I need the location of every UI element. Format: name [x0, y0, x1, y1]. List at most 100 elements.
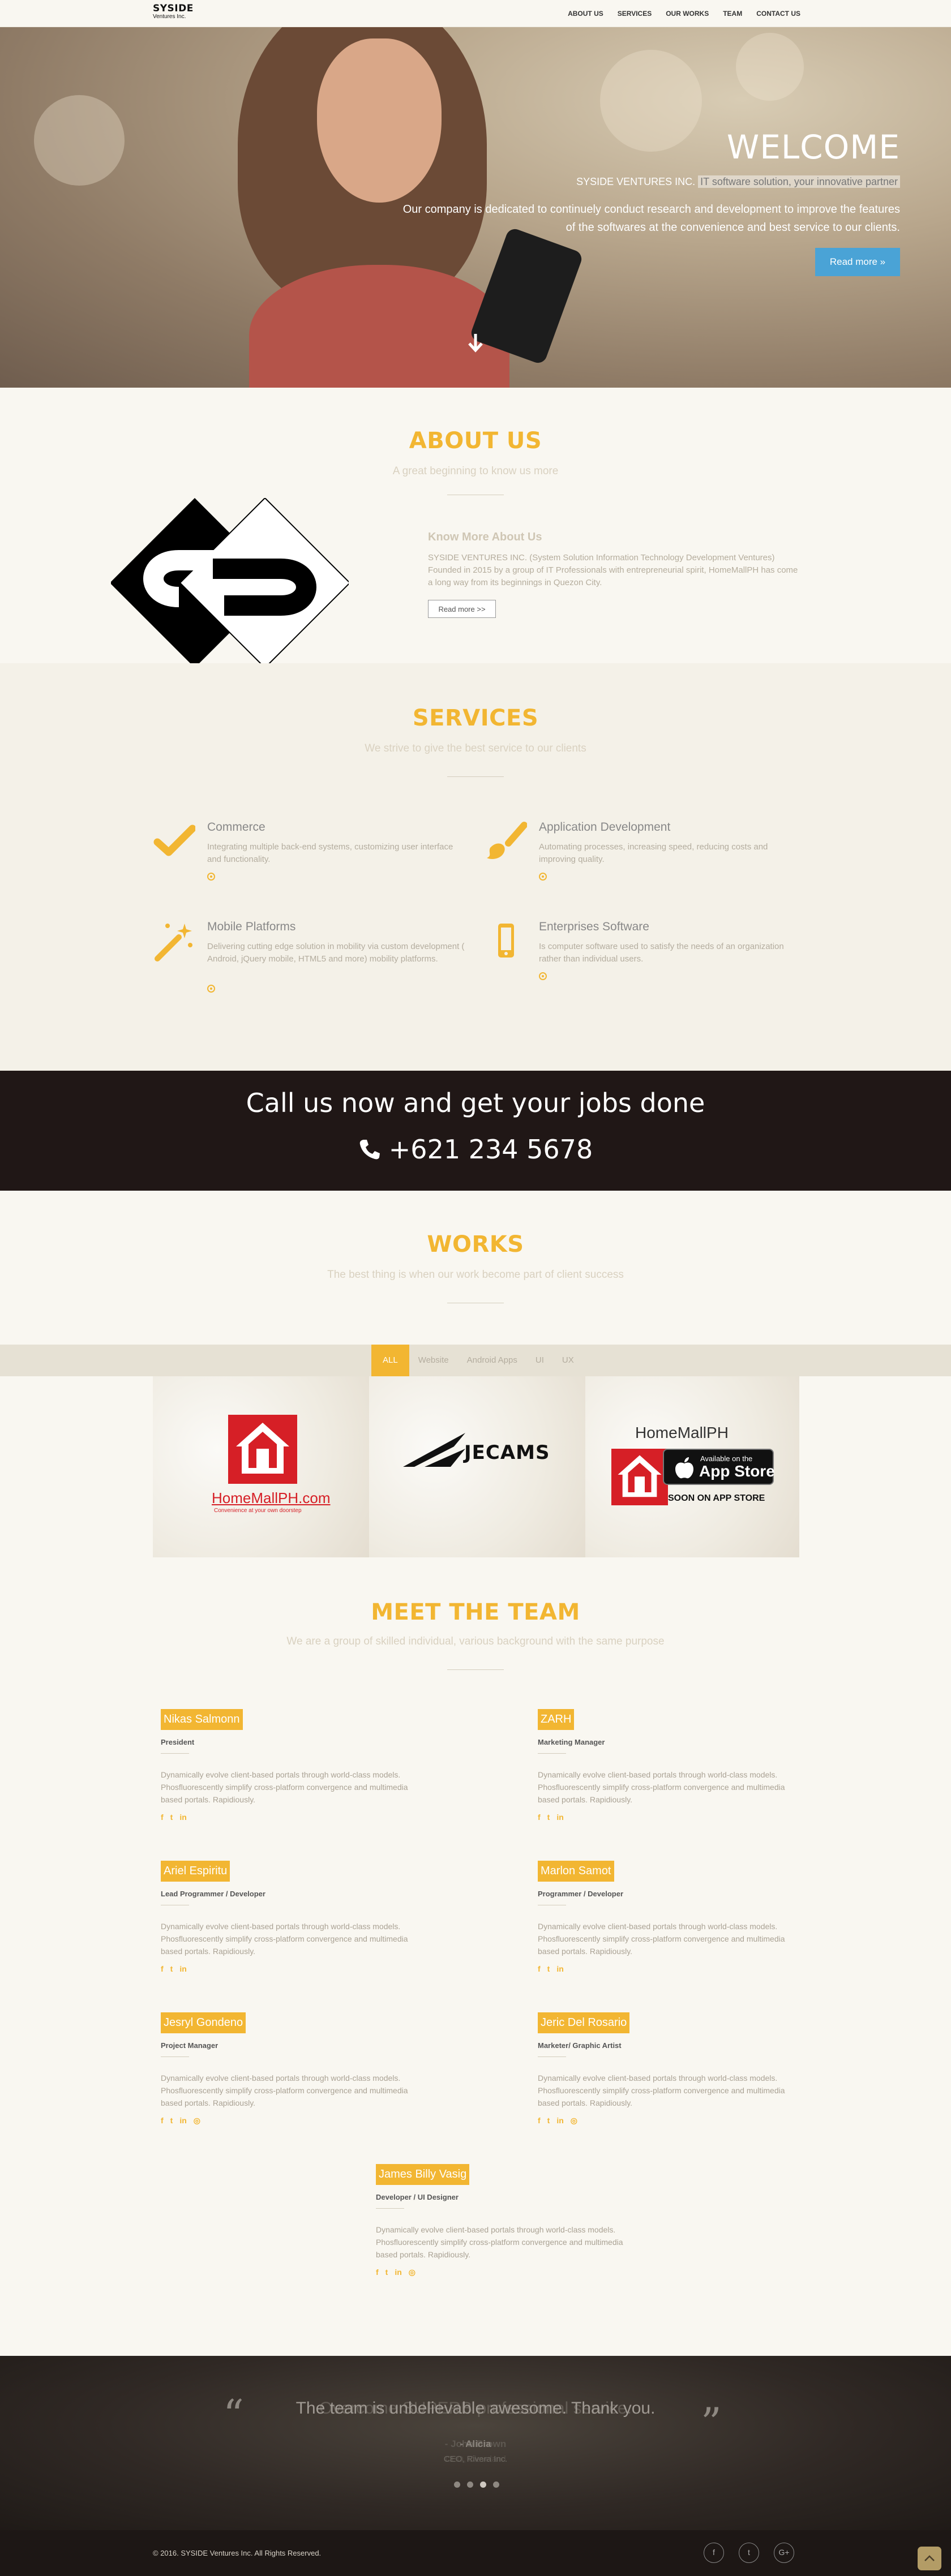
- filter-ux[interactable]: UX: [553, 1345, 583, 1376]
- team-member-card: Nikas Salmonn President Dynamically evol…: [161, 1709, 427, 1822]
- hero-bokeh: [600, 50, 702, 152]
- twitter-icon[interactable]: t: [547, 1813, 550, 1822]
- service-description: Automating processes, increasing speed, …: [539, 842, 768, 864]
- site-logo[interactable]: SYSIDE Ventures Inc.: [153, 4, 194, 20]
- linkedin-icon[interactable]: in: [556, 2116, 563, 2126]
- nav-link-services[interactable]: SERVICES: [618, 10, 652, 18]
- facebook-icon[interactable]: f: [161, 1964, 164, 1973]
- filter-android-apps[interactable]: Android Apps: [458, 1345, 526, 1376]
- nav-link-about[interactable]: ABOUT US: [568, 10, 603, 18]
- hero-tag-highlight: IT software solution, your innovative pa…: [698, 175, 900, 188]
- member-name: Ariel Espiritu: [161, 1861, 230, 1882]
- call-phone[interactable]: +621 234 5678: [0, 1134, 951, 1165]
- works-section-title: WORKS: [427, 1231, 524, 1257]
- service-more-icon[interactable]: [207, 873, 215, 881]
- team-member-card: ZARH Marketing Manager Dynamically evolv…: [538, 1709, 804, 1822]
- dribbble-icon[interactable]: ◎: [409, 2268, 415, 2277]
- nav-link-team[interactable]: TEAM: [723, 10, 742, 18]
- facebook-icon[interactable]: f: [376, 2268, 379, 2277]
- hero-read-more-button[interactable]: Read more »: [815, 248, 900, 276]
- member-bio: Dynamically evolve client-based portals …: [538, 2073, 785, 2107]
- linkedin-icon[interactable]: in: [556, 1813, 563, 1822]
- member-name: ZARH: [538, 1709, 575, 1730]
- company-logo-mark: [111, 498, 349, 668]
- filter-ui[interactable]: UI: [526, 1345, 553, 1376]
- twitter-icon[interactable]: t: [385, 2268, 388, 2277]
- work-item-homemallph-app[interactable]: HomeMallPH Available on the App Store SO…: [585, 1376, 799, 1557]
- service-description: Delivering cutting edge solution in mobi…: [207, 942, 465, 964]
- linkedin-icon[interactable]: in: [179, 2116, 186, 2126]
- member-social-links: f t in: [538, 1813, 804, 1822]
- divider: [376, 2208, 404, 2209]
- facebook-icon[interactable]: f: [538, 2116, 541, 2126]
- phone-number: +621 234 5678: [388, 1134, 593, 1165]
- twitter-icon[interactable]: t: [170, 1964, 173, 1973]
- slider-dot[interactable]: [493, 2481, 499, 2488]
- service-more-icon[interactable]: [539, 972, 547, 980]
- mobile-phone-icon: [498, 924, 514, 958]
- twitter-icon[interactable]: t: [547, 2116, 550, 2126]
- facebook-icon[interactable]: f: [538, 1964, 541, 1973]
- phone-icon: [359, 1140, 380, 1160]
- twitter-icon[interactable]: t: [170, 1813, 173, 1822]
- app-store-badge[interactable]: Available on the App Store: [663, 1449, 775, 1485]
- logo-main-text: SYSIDE: [153, 3, 194, 14]
- services-section: SERVICES We strive to give the best serv…: [0, 663, 951, 1071]
- google-plus-icon[interactable]: G+: [774, 2543, 794, 2563]
- dribbble-icon[interactable]: ◎: [194, 2116, 200, 2126]
- slider-dot[interactable]: [454, 2481, 460, 2488]
- hero-bokeh: [34, 95, 125, 186]
- facebook-icon[interactable]: f: [161, 2116, 164, 2126]
- slider-dots: [454, 2481, 499, 2488]
- dribbble-icon[interactable]: ◎: [571, 2116, 577, 2126]
- call-to-action-band: Call us now and get your jobs done +621 …: [0, 1071, 951, 1191]
- linkedin-icon[interactable]: in: [556, 1964, 563, 1973]
- about-section-subtitle: A great beginning to know us more: [392, 465, 559, 477]
- team-member-card: Jeric Del Rosario Marketer/ Graphic Arti…: [538, 2012, 804, 2126]
- works-filter-bar: ALL Website Android Apps UI UX: [0, 1345, 951, 1376]
- member-role: Programmer / Developer: [538, 1890, 624, 1898]
- hero-description: Our company is dedicated to continuely c…: [402, 203, 900, 234]
- testimonial-slider: “ ” Overcome SUPERB professional service…: [0, 2356, 951, 2530]
- back-to-top-button[interactable]: [918, 2547, 941, 2570]
- service-more-icon[interactable]: [207, 985, 215, 993]
- testimonial-position: CEO, Rivera Inc.: [443, 2454, 508, 2464]
- app-store-small-text: Available on the: [700, 1454, 753, 1463]
- nav-link-contact[interactable]: CONTACT US: [756, 10, 800, 18]
- filter-all[interactable]: ALL: [371, 1345, 409, 1376]
- twitter-icon[interactable]: t: [170, 2116, 173, 2126]
- nav-link-works[interactable]: OUR WORKS: [666, 10, 709, 18]
- work-label: HomeMallPH.com: [212, 1489, 331, 1506]
- work-item-jecams[interactable]: JECAMS: [369, 1376, 585, 1557]
- slider-dot-active[interactable]: [480, 2481, 486, 2488]
- copyright-text: © 2016. SYSIDE Ventures Inc. All Rights …: [153, 2549, 322, 2557]
- facebook-icon[interactable]: f: [538, 1813, 541, 1822]
- team-member-card: James Billy Vasig Developer / UI Designe…: [376, 2164, 642, 2277]
- facebook-icon[interactable]: f: [704, 2543, 724, 2563]
- services-section-subtitle: We strive to give the best service to ou…: [365, 742, 586, 754]
- works-section-subtitle: The best thing is when our work become p…: [327, 1269, 624, 1281]
- hero-tag-company: SYSIDE VENTURES INC.: [576, 176, 696, 187]
- work-item-homemallph-web[interactable]: HomeMallPH.com Convenience at your own d…: [153, 1376, 369, 1557]
- service-title: Mobile Platforms: [207, 920, 296, 933]
- hero-photo-phone: [469, 226, 584, 366]
- twitter-icon[interactable]: t: [739, 2543, 759, 2563]
- member-role: Developer / UI Designer: [376, 2193, 459, 2201]
- slider-dot[interactable]: [467, 2481, 473, 2488]
- arrow-down-icon[interactable]: [466, 333, 485, 355]
- divider: [447, 776, 504, 777]
- linkedin-icon[interactable]: in: [179, 1813, 186, 1822]
- about-section-title: ABOUT US: [409, 428, 542, 454]
- work-item-background: [369, 1376, 585, 1557]
- services-section-title: SERVICES: [412, 705, 539, 731]
- member-social-links: f t in: [538, 1964, 804, 1973]
- filter-website[interactable]: Website: [409, 1345, 458, 1376]
- jecams-logo-icon: [403, 1433, 465, 1467]
- linkedin-icon[interactable]: in: [395, 2268, 401, 2277]
- member-name: Marlon Samot: [538, 1861, 614, 1882]
- linkedin-icon[interactable]: in: [179, 1964, 186, 1973]
- about-read-more-button[interactable]: Read more >>: [428, 600, 496, 618]
- service-more-icon[interactable]: [539, 873, 547, 881]
- twitter-icon[interactable]: t: [547, 1964, 550, 1973]
- facebook-icon[interactable]: f: [161, 1813, 164, 1822]
